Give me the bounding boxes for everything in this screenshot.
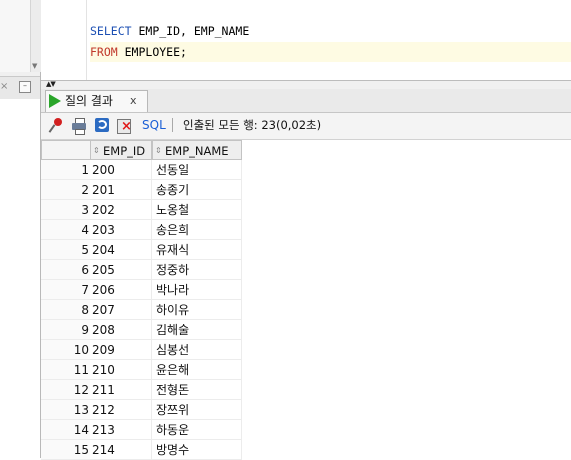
cell-emp-id[interactable]: 206 xyxy=(90,280,152,300)
table-row[interactable]: 9 208 김해술 xyxy=(41,320,242,340)
row-number: 10 xyxy=(41,340,90,360)
cell-emp-id[interactable]: 211 xyxy=(90,380,152,400)
play-icon xyxy=(49,94,61,108)
left-panel: ▼ × – xyxy=(0,0,41,458)
table-row[interactable]: 7 206 박나라 xyxy=(41,280,242,300)
grid-rows: 1 200 선동일 2 201 송종기 3 202 노옹철 4 203 송은희 5 204 유재식 … xyxy=(41,160,242,460)
cell-emp-id[interactable]: 210 xyxy=(90,360,152,380)
row-number: 12 xyxy=(41,380,90,400)
row-number-header xyxy=(41,140,90,160)
splitter-arrows-icon[interactable]: ▲▼ xyxy=(46,80,56,88)
tab-label: 질의 결과 xyxy=(65,94,113,108)
editor-gutter xyxy=(41,0,87,80)
code-line-2[interactable]: FROM EMPLOYEE; xyxy=(90,42,571,62)
column-header-emp-name[interactable]: ⇕ EMP_NAME xyxy=(152,140,242,160)
table-row[interactable]: 11 210 윤은해 xyxy=(41,360,242,380)
cell-emp-name[interactable]: 심봉선 xyxy=(152,340,242,360)
table-row[interactable]: 6 205 정중하 xyxy=(41,260,242,280)
sql-button[interactable]: SQL xyxy=(142,117,166,133)
row-number: 13 xyxy=(41,400,90,420)
cell-emp-name[interactable]: 노옹철 xyxy=(152,200,242,220)
cell-emp-id[interactable]: 205 xyxy=(90,260,152,280)
grid-header: ⇕ EMP_ID ⇕ EMP_NAME xyxy=(41,140,242,161)
row-number: 11 xyxy=(41,360,90,380)
cell-emp-id[interactable]: 200 xyxy=(90,160,152,180)
pin-icon[interactable] xyxy=(48,117,65,133)
table-row[interactable]: 2 201 송종기 xyxy=(41,180,242,200)
cell-emp-name[interactable]: 윤은해 xyxy=(152,360,242,380)
table-row[interactable]: 12 211 전형돈 xyxy=(41,380,242,400)
fetch-status: 인출된 모든 행: 23(0,02초) xyxy=(183,118,322,132)
row-number: 15 xyxy=(41,440,90,460)
cell-emp-id[interactable]: 207 xyxy=(90,300,152,320)
table-row[interactable]: 10 209 심봉선 xyxy=(41,340,242,360)
code-line-1-text: EMP_ID, EMP_NAME xyxy=(131,24,250,38)
row-number: 4 xyxy=(41,220,90,240)
cell-emp-id[interactable]: 214 xyxy=(90,440,152,460)
row-number: 2 xyxy=(41,180,90,200)
code-line-2-text: EMPLOYEE; xyxy=(117,45,187,59)
sort-icon[interactable]: ⇕ xyxy=(93,141,101,161)
table-row[interactable]: 3 202 노옹철 xyxy=(41,200,242,220)
row-number: 6 xyxy=(41,260,90,280)
cell-emp-id[interactable]: 212 xyxy=(90,400,152,420)
row-number: 8 xyxy=(41,300,90,320)
results-tab-bar: 질의 결과 x xyxy=(41,89,571,113)
cell-emp-id[interactable]: 201 xyxy=(90,180,152,200)
results-grid: ⇕ EMP_ID ⇕ EMP_NAME 1 200 선동일 2 201 송종기 3 202 노옹… xyxy=(41,140,571,460)
cell-emp-name[interactable]: 전형돈 xyxy=(152,380,242,400)
refresh-icon[interactable] xyxy=(94,117,110,133)
row-number: 14 xyxy=(41,420,90,440)
close-icon[interactable]: × xyxy=(0,81,8,93)
column-label: EMP_ID xyxy=(103,144,146,158)
sort-icon[interactable]: ⇕ xyxy=(155,141,163,161)
row-number: 3 xyxy=(41,200,90,220)
clear-results-icon[interactable]: × xyxy=(116,117,132,134)
sql-keyword-from: FROM xyxy=(90,45,118,59)
results-toolbar: × SQL 인출된 모든 행: 23(0,02초) xyxy=(41,113,571,140)
cell-emp-id[interactable]: 209 xyxy=(90,340,152,360)
table-row[interactable]: 1 200 선동일 xyxy=(41,160,242,180)
code-line-1[interactable]: SELECT EMP_ID, EMP_NAME xyxy=(90,21,570,41)
sql-keyword-select: SELECT xyxy=(90,24,132,38)
cell-emp-name[interactable]: 하이유 xyxy=(152,300,242,320)
table-row[interactable]: 14 213 하동운 xyxy=(41,420,242,440)
row-number: 7 xyxy=(41,280,90,300)
column-header-emp-id[interactable]: ⇕ EMP_ID xyxy=(90,140,152,160)
left-panel-scrollbar[interactable]: ▼ xyxy=(30,0,41,72)
toolbar-separator xyxy=(172,118,173,132)
table-row[interactable]: 8 207 하이유 xyxy=(41,300,242,320)
row-number: 1 xyxy=(41,160,90,180)
column-label: EMP_NAME xyxy=(165,144,229,158)
row-number: 9 xyxy=(41,320,90,340)
cell-emp-id[interactable]: 208 xyxy=(90,320,152,340)
scroll-down-arrow-icon[interactable]: ▼ xyxy=(32,63,37,70)
print-icon[interactable] xyxy=(71,117,87,135)
cell-emp-name[interactable]: 김해술 xyxy=(152,320,242,340)
cell-emp-id[interactable]: 202 xyxy=(90,200,152,220)
row-number: 5 xyxy=(41,240,90,260)
cell-emp-name[interactable]: 정중하 xyxy=(152,260,242,280)
cell-emp-name[interactable]: 송종기 xyxy=(152,180,242,200)
tab-query-result[interactable]: 질의 결과 x xyxy=(45,90,148,112)
sql-editor[interactable]: SELECT EMP_ID, EMP_NAME FROM EMPLOYEE; xyxy=(41,0,571,80)
minimize-icon[interactable]: – xyxy=(19,81,31,93)
cell-emp-name[interactable]: 장쯔위 xyxy=(152,400,242,420)
table-row[interactable]: 15 214 방명수 xyxy=(41,440,242,460)
cell-emp-name[interactable]: 박나라 xyxy=(152,280,242,300)
cell-emp-name[interactable]: 유재식 xyxy=(152,240,242,260)
cell-emp-id[interactable]: 213 xyxy=(90,420,152,440)
cell-emp-name[interactable]: 송은희 xyxy=(152,220,242,240)
tab-close-icon[interactable]: x xyxy=(130,94,137,108)
table-row[interactable]: 13 212 장쯔위 xyxy=(41,400,242,420)
cell-emp-name[interactable]: 하동운 xyxy=(152,420,242,440)
cell-emp-name[interactable]: 선동일 xyxy=(152,160,242,180)
table-row[interactable]: 4 203 송은희 xyxy=(41,220,242,240)
table-row[interactable]: 5 204 유재식 xyxy=(41,240,242,260)
cell-emp-id[interactable]: 203 xyxy=(90,220,152,240)
cell-emp-id[interactable]: 204 xyxy=(90,240,152,260)
left-panel-content xyxy=(0,99,40,458)
left-panel-bar: × – xyxy=(0,76,40,100)
cell-emp-name[interactable]: 방명수 xyxy=(152,440,242,460)
